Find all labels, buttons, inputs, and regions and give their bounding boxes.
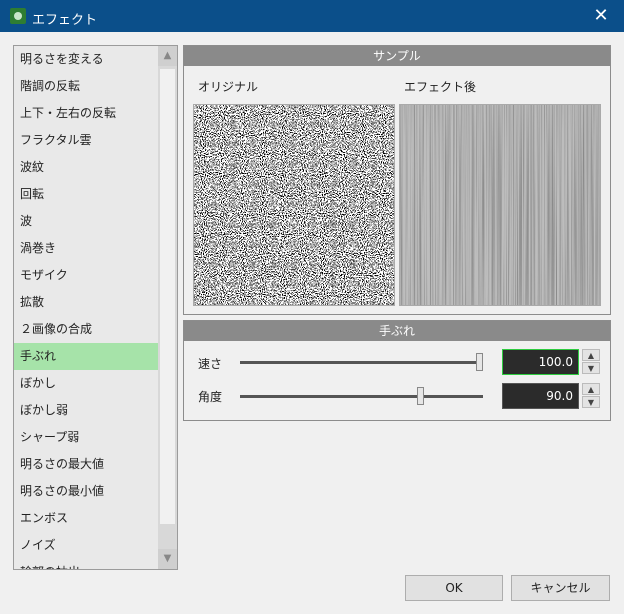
list-scrollbar[interactable]: ▲ ▼ xyxy=(158,46,177,569)
ok-button[interactable]: OK xyxy=(405,575,503,601)
effect-list-item[interactable]: 拡散 xyxy=(14,289,158,316)
effect-preview-image xyxy=(399,104,601,306)
shake-group: 手ぶれ 速さ 100.0 ▲ ▼ 角度 90.0 ▲ ▼ xyxy=(183,320,611,421)
title-bar: エフェクト ✕ xyxy=(0,0,624,32)
effect-list-item[interactable]: モザイク xyxy=(14,262,158,289)
effect-list-item[interactable]: 明るさを変える xyxy=(14,46,158,73)
angle-input[interactable]: 90.0 xyxy=(502,383,579,409)
speed-label: 速さ xyxy=(198,357,223,371)
scroll-up-arrow-icon[interactable]: ▲ xyxy=(158,46,177,66)
speed-slider[interactable] xyxy=(240,361,483,364)
effect-list-item[interactable]: 手ぶれ xyxy=(14,343,158,370)
scroll-down-arrow-icon[interactable]: ▼ xyxy=(158,549,177,569)
effect-list-item[interactable]: 明るさの最大値 xyxy=(14,451,158,478)
effect-list-item[interactable]: フラクタル雲 xyxy=(14,127,158,154)
angle-label: 角度 xyxy=(198,390,223,404)
original-label: オリジナル xyxy=(198,80,259,94)
window-title: エフェクト xyxy=(32,13,98,28)
effect-list-item[interactable]: 階調の反転 xyxy=(14,73,158,100)
angle-slider[interactable] xyxy=(240,395,483,398)
speed-up-arrow-icon[interactable]: ▲ xyxy=(582,349,600,361)
effect-list-item[interactable]: 渦巻き xyxy=(14,235,158,262)
effect-list-item[interactable]: ２画像の合成 xyxy=(14,316,158,343)
effect-list-item[interactable]: ぼかし xyxy=(14,370,158,397)
after-effect-label: エフェクト後 xyxy=(404,80,477,94)
effect-list-item[interactable]: シャープ弱 xyxy=(14,424,158,451)
shake-header: 手ぶれ xyxy=(184,321,610,341)
effect-list: 明るさを変える 階調の反転 上下・左右の反転 フラクタル雲 波紋 回転波渦巻き モザイク 拡散… xyxy=(14,46,158,569)
effect-list-item[interactable]: ノイズ xyxy=(14,532,158,559)
effect-list-item[interactable]: エンボス xyxy=(14,505,158,532)
angle-spinner: ▲ ▼ xyxy=(582,383,600,409)
cancel-button[interactable]: キャンセル xyxy=(511,575,610,601)
effect-list-panel: 明るさを変える 階調の反転 上下・左右の反転 フラクタル雲 波紋 回転波渦巻き モザイク 拡散… xyxy=(13,45,178,570)
speed-input[interactable]: 100.0 xyxy=(502,349,579,375)
angle-down-arrow-icon[interactable]: ▼ xyxy=(582,396,600,408)
effect-list-item[interactable]: 波 xyxy=(14,208,158,235)
effect-list-item[interactable]: 上下・左右の反転 xyxy=(14,100,158,127)
effect-list-item[interactable]: 波紋 xyxy=(14,154,158,181)
effect-list-item[interactable]: 回転 xyxy=(14,181,158,208)
speed-spinner: ▲ ▼ xyxy=(582,349,600,375)
close-button[interactable]: ✕ xyxy=(578,0,624,32)
effect-list-item[interactable]: 輪郭の抽出 xyxy=(14,559,158,569)
scroll-thumb[interactable] xyxy=(160,69,175,524)
speed-down-arrow-icon[interactable]: ▼ xyxy=(582,362,600,374)
sample-group: サンプル オリジナル エフェクト後 xyxy=(183,45,611,315)
speed-slider-thumb[interactable] xyxy=(476,353,483,371)
original-preview-image xyxy=(193,104,395,306)
effect-list-item[interactable]: 明るさの最小値 xyxy=(14,478,158,505)
effect-list-item[interactable]: ぼかし弱 xyxy=(14,397,158,424)
app-icon xyxy=(10,8,26,24)
angle-slider-thumb[interactable] xyxy=(417,387,424,405)
angle-up-arrow-icon[interactable]: ▲ xyxy=(582,383,600,395)
sample-header: サンプル xyxy=(184,46,610,66)
